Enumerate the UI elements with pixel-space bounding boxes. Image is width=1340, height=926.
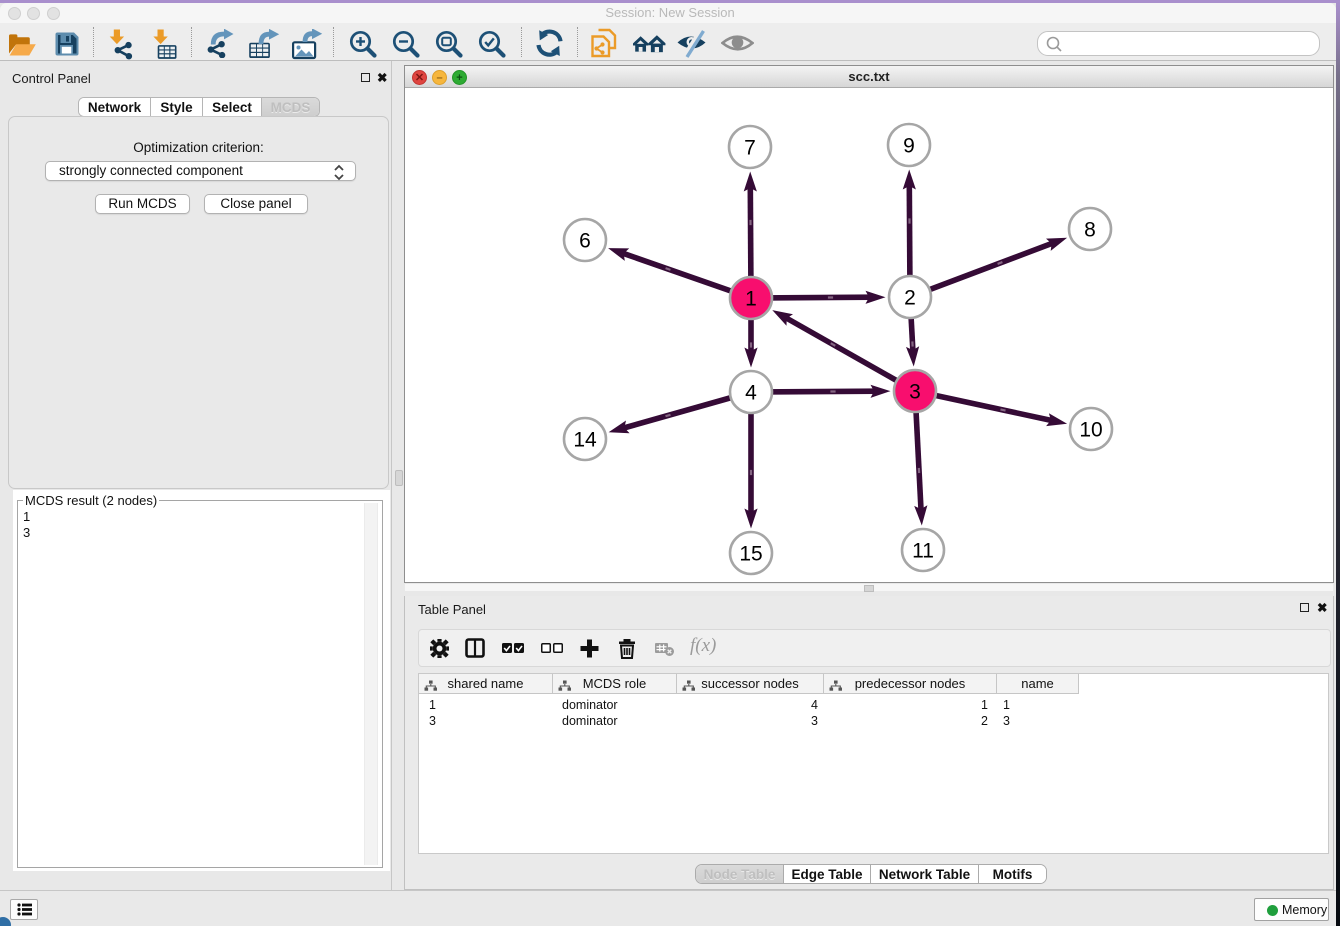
svg-text:15: 15 xyxy=(739,543,762,566)
svg-text:14: 14 xyxy=(573,429,597,452)
svg-text:3: 3 xyxy=(909,381,921,404)
svg-text:9: 9 xyxy=(903,135,915,158)
svg-text:1: 1 xyxy=(745,288,757,311)
svg-text:6: 6 xyxy=(579,230,591,253)
svg-text:10: 10 xyxy=(1079,419,1102,442)
svg-text:8: 8 xyxy=(1084,219,1096,242)
svg-text:11: 11 xyxy=(912,540,934,563)
svg-text:2: 2 xyxy=(904,287,916,310)
svg-text:7: 7 xyxy=(744,137,756,160)
svg-text:4: 4 xyxy=(745,382,757,405)
